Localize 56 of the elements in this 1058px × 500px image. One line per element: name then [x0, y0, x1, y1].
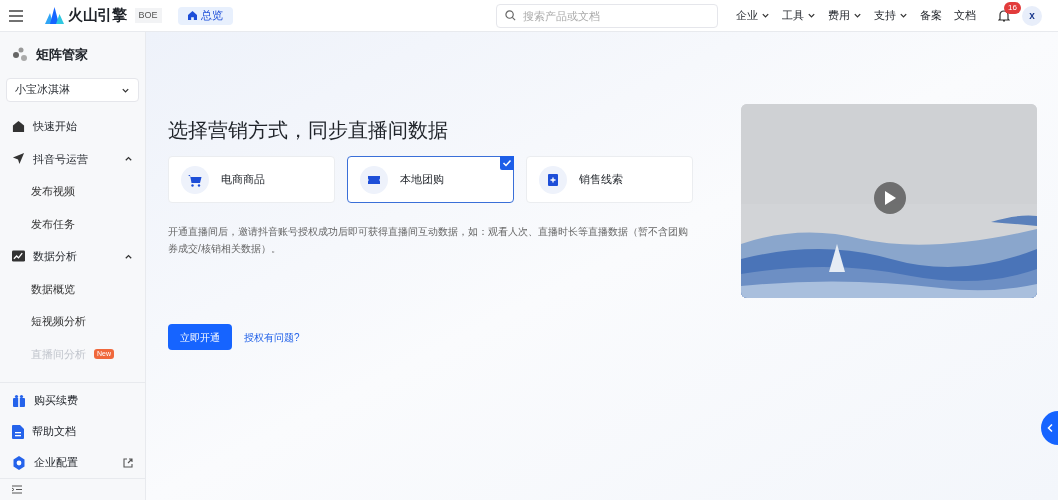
nav-menu[interactable]: 工具: [782, 7, 816, 24]
paper-plane-icon: [12, 152, 25, 166]
option-card[interactable]: 销售线索: [526, 156, 693, 203]
sidebar-item[interactable]: 抖音号运营: [0, 142, 145, 175]
environment-badge: BOE: [134, 7, 162, 24]
search-field[interactable]: 搜索产品或文档: [496, 4, 718, 28]
gear-icon: [12, 455, 26, 470]
app-logo-icon: [12, 47, 28, 63]
house-icon: [12, 119, 25, 133]
nav-menu[interactable]: 费用: [828, 7, 862, 24]
activate-button[interactable]: 立即开通: [168, 324, 232, 350]
nav-menu[interactable]: 备案: [920, 7, 942, 24]
sidebar-item[interactable]: 快速开始: [0, 110, 145, 143]
logo-icon: [45, 7, 64, 24]
chevron-down-icon: [853, 11, 862, 20]
document-icon: [12, 424, 24, 439]
sidebar-subitem[interactable]: 短视频分析: [0, 305, 145, 338]
sidebar-item[interactable]: 购买续费: [0, 385, 145, 416]
option-card[interactable]: 本地团购: [347, 156, 514, 203]
check-icon: [500, 156, 514, 170]
nav-menu[interactable]: 文档: [954, 7, 976, 24]
nav-menu[interactable]: 支持: [874, 7, 908, 24]
description-text: 开通直播间后，邀请抖音账号授权成功后即可获得直播间互动数据，如：观看人次、直播时长等直播数据（暂不含团购券成交/核销相关数据）。: [168, 225, 689, 256]
option-card[interactable]: 电商商品: [168, 156, 335, 203]
page-title: 选择营销方式，同步直播间数据: [168, 118, 449, 143]
bell-icon[interactable]: [998, 9, 1010, 22]
cart-icon: [181, 165, 209, 194]
sidebar-item[interactable]: 企业配置: [0, 447, 145, 478]
nav-menu[interactable]: 企业: [736, 7, 770, 24]
help-link[interactable]: 授权有问题?: [244, 329, 300, 345]
chart-icon: [12, 250, 25, 263]
sidebar-item[interactable]: 数据分析: [0, 240, 145, 273]
logo-text: 火山引擎: [68, 5, 127, 26]
document-plus-icon: [539, 165, 567, 194]
menu-icon[interactable]: [9, 9, 23, 22]
chevron-down-icon: [807, 11, 816, 20]
collapse-icon[interactable]: [12, 485, 22, 494]
chevron-left-icon: [1047, 424, 1053, 432]
sidebar-subitem[interactable]: 发布视频: [0, 175, 145, 208]
house-icon: [187, 11, 197, 20]
chevron-up-icon: [124, 154, 133, 164]
sidebar-subitem[interactable]: 数据概览: [0, 272, 145, 305]
ticket-icon: [360, 165, 388, 194]
chevron-down-icon: [899, 11, 908, 20]
account-select[interactable]: 小宝冰淇淋: [6, 78, 139, 102]
gift-icon: [12, 393, 26, 408]
search-icon: [505, 9, 516, 21]
home-tab[interactable]: 总览: [177, 6, 233, 25]
user-avatar[interactable]: x: [1022, 5, 1042, 26]
app-title: 矩阵管家: [36, 46, 88, 65]
play-icon: [884, 191, 896, 205]
external-link-icon: [123, 457, 133, 468]
sidebar-subitem[interactable]: 发布任务: [0, 207, 145, 240]
sidebar-item[interactable]: 帮助文档: [0, 416, 145, 447]
chevron-down-icon: [761, 11, 770, 20]
notification-count: 16: [1004, 2, 1021, 14]
